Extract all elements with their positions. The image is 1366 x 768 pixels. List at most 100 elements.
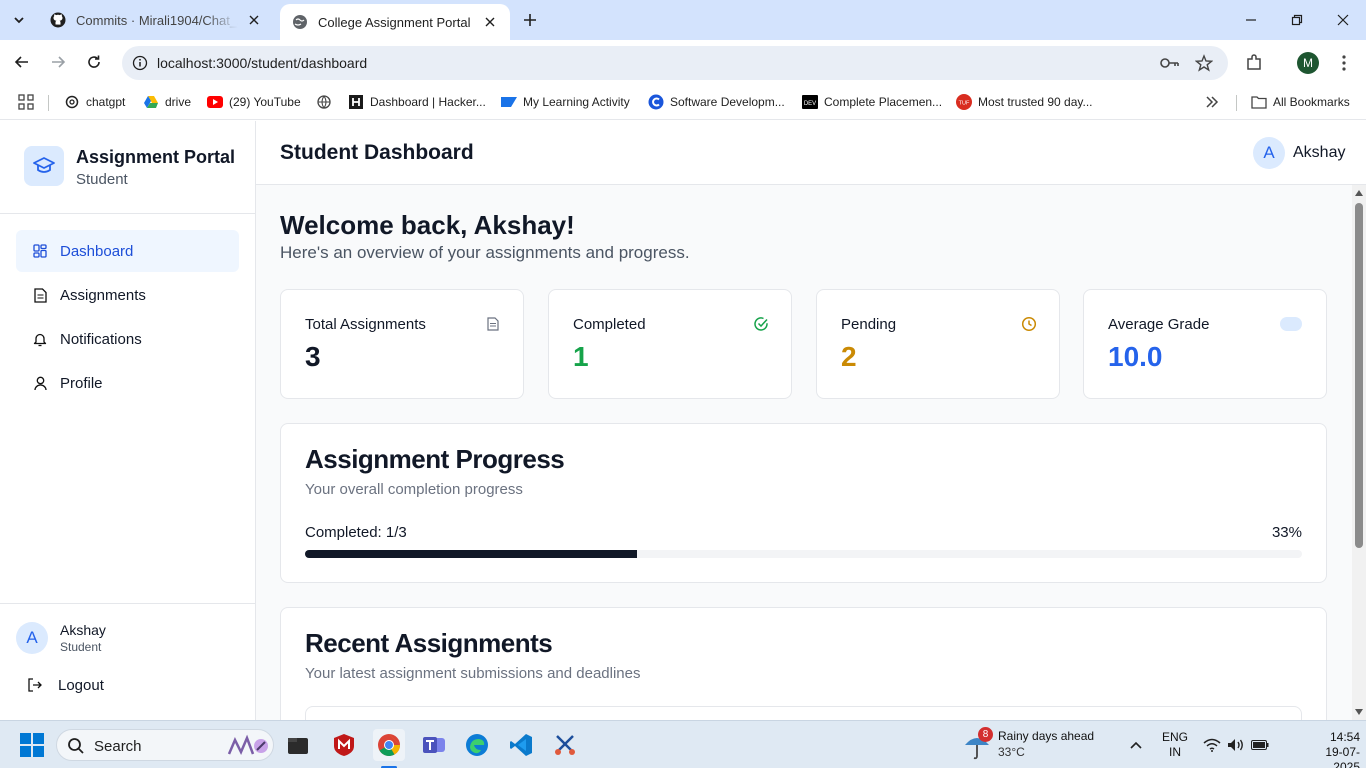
drive-icon (143, 94, 159, 110)
stat-value: 10.0 (1108, 341, 1163, 372)
page-scrollbar[interactable] (1352, 185, 1366, 720)
welcome-subtitle: Here's an overview of your assignments a… (280, 243, 690, 262)
weather-text[interactable]: Rainy days ahead (998, 729, 1094, 743)
bookmark-label: All Bookmarks (1273, 95, 1350, 109)
close-icon[interactable] (482, 14, 498, 30)
bookmark-chatgpt[interactable]: chatgpt (64, 92, 125, 112)
snipping-tool-icon (555, 735, 575, 755)
all-bookmarks-button[interactable]: All Bookmarks (1251, 92, 1350, 112)
teams-app[interactable] (418, 729, 450, 761)
globe-icon (292, 14, 308, 30)
more-menu-icon[interactable] (1332, 52, 1356, 74)
reload-button[interactable] (80, 48, 108, 76)
top-header: Student Dashboard A Akshay (256, 121, 1366, 185)
vscode-app[interactable] (505, 729, 537, 761)
sidebar-item-label: Dashboard (60, 242, 134, 260)
chrome-app[interactable] (373, 729, 405, 761)
apps-grid-icon (18, 94, 34, 110)
close-icon[interactable] (246, 12, 262, 28)
apps-button[interactable] (18, 92, 40, 112)
system-clock[interactable]: 14:54 19-07-2025 (1310, 730, 1360, 768)
address-bar[interactable]: localhost:3000/student/dashboard (122, 46, 1228, 80)
search-highlight-icon (227, 734, 268, 755)
progress-fill (305, 550, 637, 558)
new-tab-button[interactable] (518, 8, 542, 32)
file-explorer-app[interactable] (282, 729, 314, 761)
volume-icon[interactable] (1226, 735, 1246, 755)
windows-taskbar: Search 8 Rainy days ahead 33°C ENG IN 14… (0, 720, 1366, 768)
header-user-name[interactable]: Akshay (1293, 144, 1345, 162)
sidebar-item-dashboard[interactable]: Dashboard (16, 230, 239, 272)
bookmark-trusted[interactable]: TUF Most trusted 90 day... (956, 92, 1093, 112)
minimize-button[interactable] (1228, 0, 1274, 40)
clock-time: 14:54 (1329, 730, 1360, 744)
logout-button[interactable]: Logout (26, 676, 104, 694)
password-key-icon[interactable] (1160, 53, 1180, 73)
avatar[interactable]: A (1253, 137, 1285, 169)
plus-icon (524, 14, 536, 26)
toggle-icon (1280, 316, 1302, 332)
weather-badge: 8 (978, 727, 993, 742)
logout-label: Logout (58, 676, 104, 694)
browser-tab-strip: Commits · Mirali1904/Chat_App College As… (0, 0, 1366, 40)
bookmark-globe[interactable] (316, 92, 338, 112)
sidebar: Assignment Portal Student Dashboard Assi… (0, 121, 256, 720)
close-window-button[interactable] (1320, 0, 1366, 40)
svg-text:TUF: TUF (959, 101, 970, 107)
scroll-up-arrow-icon[interactable] (1355, 189, 1363, 197)
profile-avatar[interactable]: M (1297, 52, 1319, 74)
sidebar-item-label: Profile (60, 374, 103, 392)
minimize-icon (1246, 19, 1256, 21)
dashboard-icon (32, 243, 48, 259)
tab-search-button[interactable] (6, 8, 32, 32)
browser-tab-github[interactable]: Commits · Mirali1904/Chat_App (38, 0, 274, 40)
scrollbar-thumb[interactable] (1355, 203, 1363, 548)
stat-label: Completed (573, 316, 646, 333)
site-info-icon[interactable] (128, 51, 152, 75)
tray-overflow-icon[interactable] (1126, 735, 1146, 755)
logout-icon (26, 676, 44, 694)
bookmark-learning[interactable]: My Learning Activity (501, 92, 630, 112)
stat-value: 1 (573, 341, 589, 372)
windows-start-icon[interactable] (20, 733, 44, 757)
url-text: localhost:3000/student/dashboard (157, 55, 368, 71)
bookmark-hackerrank[interactable]: Dashboard | Hacker... (348, 92, 486, 112)
close-icon (1337, 14, 1349, 26)
taskbar-search[interactable]: Search (56, 729, 274, 761)
sidebar-item-assignments[interactable]: Assignments (16, 274, 239, 316)
svg-text:DEV: DEV (804, 101, 816, 107)
sidebar-item-profile[interactable]: Profile (16, 362, 239, 404)
browser-tab-portal[interactable]: College Assignment Portal (280, 4, 510, 40)
forward-button[interactable] (44, 48, 72, 76)
stat-card-pending: Pending 2 (816, 289, 1060, 399)
restore-button[interactable] (1274, 0, 1320, 40)
assignment-list (305, 706, 1302, 720)
arrow-right-icon (52, 56, 66, 68)
sidebar-item-notifications[interactable]: Notifications (16, 318, 239, 360)
wifi-icon[interactable] (1202, 735, 1222, 755)
user-role: Student (60, 640, 102, 654)
welcome-heading: Welcome back, Akshay! (280, 210, 575, 240)
battery-icon[interactable] (1250, 735, 1270, 755)
snipping-tool-app[interactable] (549, 729, 581, 761)
document-icon (32, 287, 48, 303)
bookmark-star-icon[interactable] (1194, 53, 1214, 73)
bookmark-placement[interactable]: DEV Complete Placemen... (802, 92, 942, 112)
mcafee-app[interactable] (328, 729, 360, 761)
stat-card-completed: Completed 1 (548, 289, 792, 399)
stat-card-grade: Average Grade 10.0 (1083, 289, 1327, 399)
bookmark-drive[interactable]: drive (143, 92, 191, 112)
weather-temp: 33°C (998, 745, 1025, 759)
language-indicator[interactable]: ENG IN (1162, 730, 1188, 760)
bookmark-youtube[interactable]: (29) YouTube (207, 92, 301, 112)
bookmark-label: Software Developm... (670, 95, 785, 109)
back-button[interactable] (8, 48, 36, 76)
progress-label: Completed: 1/3 (305, 524, 407, 541)
stat-card-total: Total Assignments 3 (280, 289, 524, 399)
extensions-icon[interactable] (1242, 52, 1266, 74)
edge-app[interactable] (461, 729, 493, 761)
bookmarks-overflow-button[interactable] (1204, 92, 1226, 112)
scroll-down-arrow-icon[interactable] (1355, 708, 1363, 716)
bookmark-software[interactable]: Software Developm... (648, 92, 785, 112)
progress-card: Assignment Progress Your overall complet… (280, 423, 1327, 583)
